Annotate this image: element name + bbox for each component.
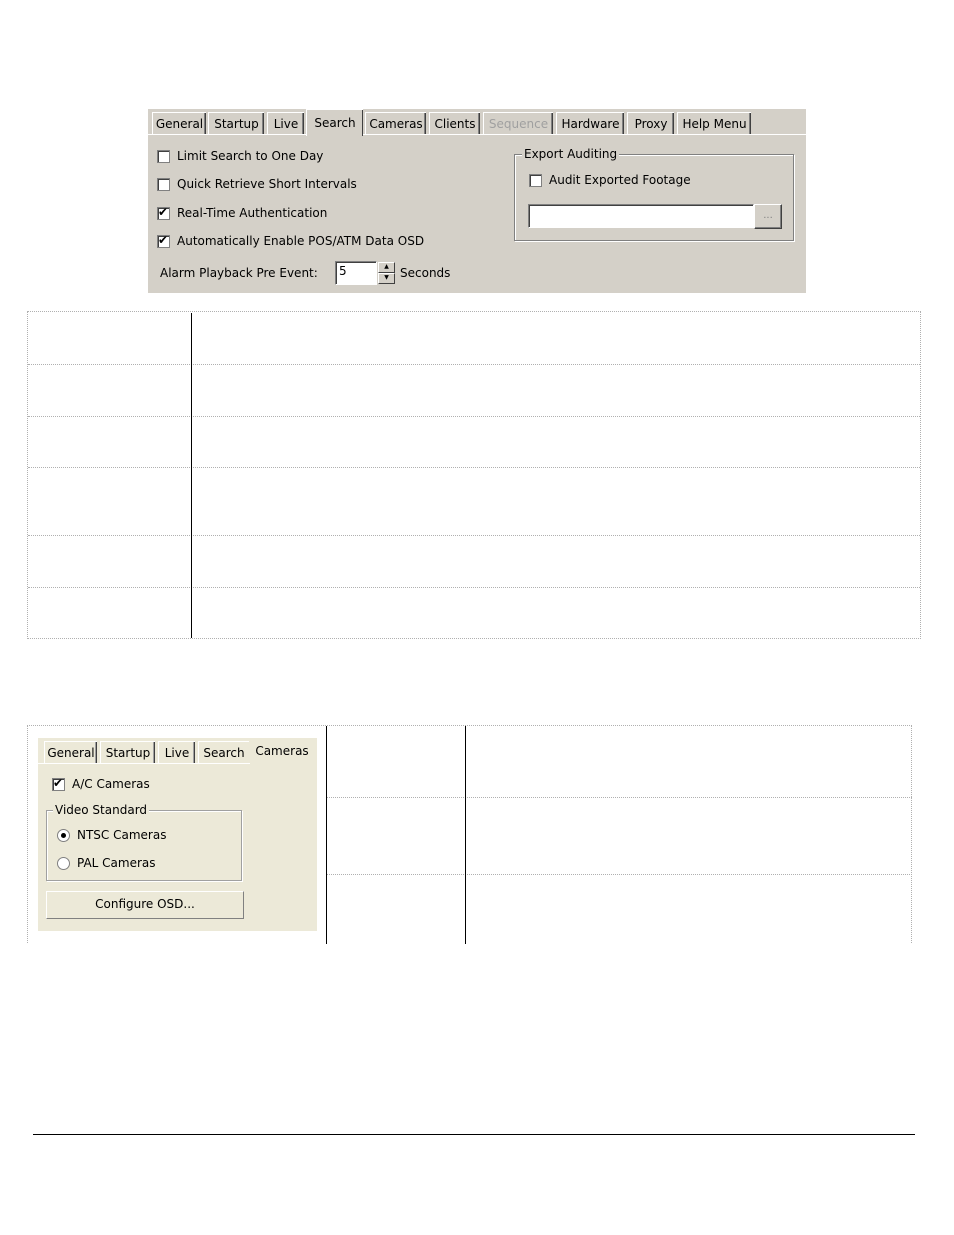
tab-clients[interactable]: Clients — [429, 112, 480, 135]
radio-label: NTSC Cameras — [77, 828, 167, 842]
alarm-playback-label: Alarm Playback Pre Event: — [160, 266, 318, 280]
configure-osd-button[interactable]: Configure OSD... — [46, 891, 244, 919]
table-row — [28, 587, 920, 639]
radio-selected-dot — [61, 832, 66, 838]
tab-search[interactable]: Search — [306, 109, 363, 136]
alarm-playback-spinner[interactable]: ▲ ▼ — [378, 262, 395, 284]
tab-divider — [148, 134, 806, 135]
tab-general[interactable]: General — [44, 741, 97, 764]
spin-up-button[interactable]: ▲ — [378, 262, 395, 273]
pos-atm-osd-checkbox[interactable]: ✔ Automatically Enable POS/ATM Data OSD — [157, 233, 424, 249]
footer-rule — [33, 1134, 915, 1135]
table-row — [326, 726, 912, 797]
tab-proxy[interactable]: Proxy — [627, 112, 674, 135]
ac-cameras-checkbox[interactable]: ✔ A/C Cameras — [52, 776, 150, 792]
table-row — [28, 416, 920, 468]
checkbox-label: Real-Time Authentication — [177, 206, 328, 220]
tab-hardware[interactable]: Hardware — [556, 112, 624, 135]
table-row — [326, 874, 912, 944]
pal-radio[interactable]: PAL Cameras — [57, 855, 156, 871]
checkbox-label: Limit Search to One Day — [177, 149, 324, 163]
check-icon: ✔ — [53, 775, 64, 790]
video-standard-legend: Video Standard — [53, 802, 150, 818]
cameras-settings-dialog: General Startup Live Search Cameras ✔ A/… — [38, 738, 317, 931]
check-icon: ✔ — [158, 232, 169, 247]
export-auditing-group: Export Auditing Audit Exported Footage .… — [514, 146, 794, 241]
search-settings-dialog: General Startup Live Search Cameras Clie… — [148, 109, 806, 293]
radio-label: PAL Cameras — [77, 856, 156, 870]
checkbox-label: Automatically Enable POS/ATM Data OSD — [177, 234, 425, 248]
audit-exported-checkbox[interactable]: Audit Exported Footage — [529, 172, 691, 188]
checkbox-box[interactable]: ✔ — [157, 204, 170, 220]
tab-cameras[interactable]: Cameras — [252, 738, 312, 764]
checkbox-box[interactable]: ✔ — [157, 232, 170, 248]
seconds-label: Seconds — [400, 266, 451, 280]
table-row — [28, 535, 920, 587]
table-row — [28, 364, 920, 416]
tab-help-menu[interactable]: Help Menu — [677, 112, 751, 135]
browse-button[interactable]: ... — [754, 204, 782, 229]
tab-live[interactable]: Live — [267, 112, 304, 135]
table-row — [28, 312, 920, 364]
video-standard-group: Video Standard NTSC Cameras PAL Cameras — [46, 802, 242, 881]
export-auditing-legend: Export Auditing — [522, 146, 620, 162]
tab-sequence: Sequence — [483, 112, 553, 135]
tab-general[interactable]: General — [152, 112, 206, 135]
search-options-table — [27, 311, 921, 639]
tab-startup[interactable]: Startup — [100, 741, 155, 764]
radio-button[interactable] — [57, 828, 70, 842]
checkbox-box[interactable] — [157, 177, 170, 191]
audit-path-input[interactable] — [528, 204, 754, 228]
checkbox-label: Quick Retrieve Short Intervals — [177, 177, 357, 191]
spin-down-button[interactable]: ▼ — [378, 273, 395, 284]
check-icon: ✔ — [158, 204, 169, 219]
checkbox-label: A/C Cameras — [72, 777, 150, 791]
column-divider — [191, 313, 192, 638]
settings-tab-bar: General Startup Live Search Cameras Clie… — [148, 109, 806, 136]
tab-live[interactable]: Live — [158, 741, 195, 764]
checkbox-box[interactable] — [529, 173, 542, 187]
radio-button[interactable] — [57, 856, 70, 870]
real-time-auth-checkbox[interactable]: ✔ Real-Time Authentication — [157, 205, 327, 221]
column-divider — [326, 726, 327, 944]
tab-search[interactable]: Search — [198, 741, 249, 764]
tab-divider — [38, 763, 250, 764]
table-row — [326, 797, 912, 874]
column-divider — [465, 726, 466, 944]
tab-cameras[interactable]: Cameras — [365, 112, 426, 135]
limit-search-checkbox[interactable]: Limit Search to One Day — [157, 148, 323, 164]
checkbox-label: Audit Exported Footage — [549, 173, 691, 187]
ntsc-radio[interactable]: NTSC Cameras — [57, 827, 166, 843]
tab-startup[interactable]: Startup — [208, 112, 264, 135]
checkbox-box[interactable]: ✔ — [52, 775, 65, 791]
table-row — [28, 467, 920, 536]
alarm-playback-input[interactable]: 5 — [335, 261, 377, 285]
quick-retrieve-checkbox[interactable]: Quick Retrieve Short Intervals — [157, 176, 357, 192]
checkbox-box[interactable] — [157, 149, 170, 163]
